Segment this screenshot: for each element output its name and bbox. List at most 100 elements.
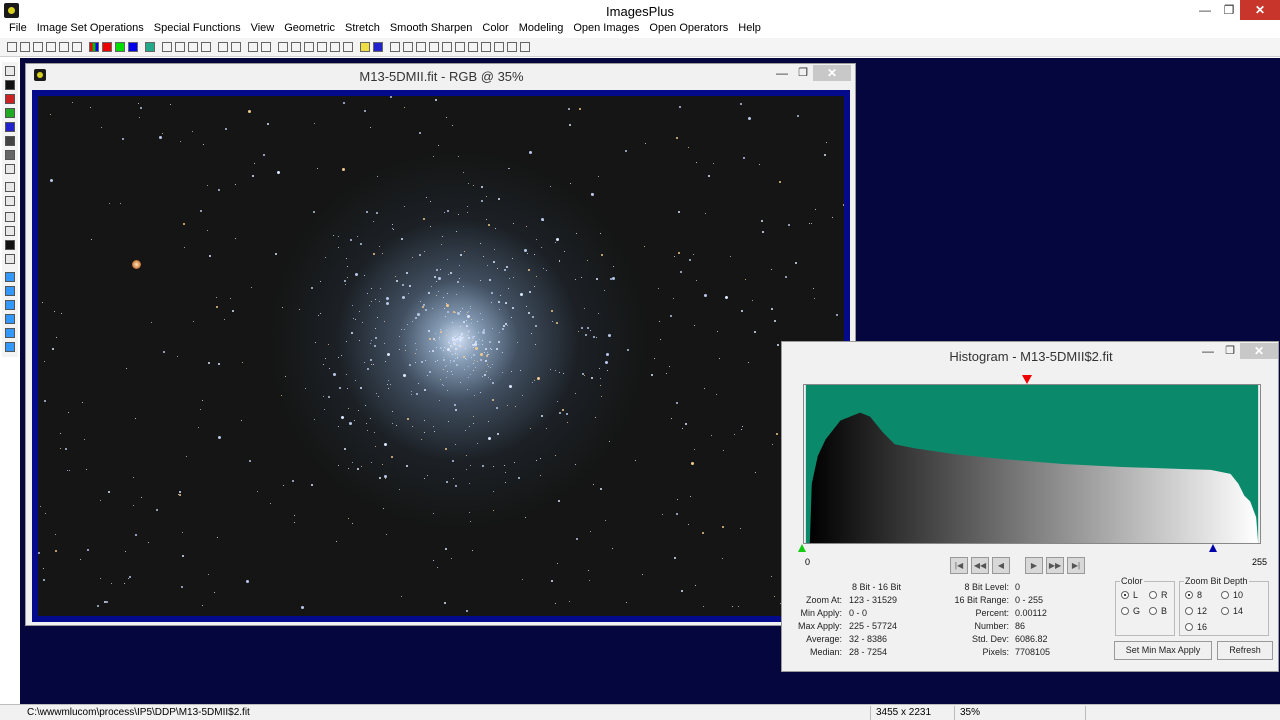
menu-image-set-operations[interactable]: Image Set Operations: [32, 21, 149, 37]
levels-icon[interactable]: [260, 42, 271, 52]
dots-icon[interactable]: [247, 42, 258, 52]
rotate-right-icon[interactable]: [5, 328, 15, 338]
zoom-12-radio[interactable]: 12: [1185, 606, 1207, 616]
frame-4-icon[interactable]: [506, 42, 517, 52]
pencil-icon[interactable]: [359, 42, 370, 52]
menu-open-operators[interactable]: Open Operators: [644, 21, 733, 37]
histogram-close-button[interactable]: ✕: [1240, 343, 1278, 359]
close-all-icon[interactable]: [58, 42, 69, 52]
red-channel-icon[interactable]: [101, 42, 112, 52]
frame-3-icon[interactable]: [493, 42, 504, 52]
menu-view[interactable]: View: [246, 21, 280, 37]
close-image-icon[interactable]: [45, 42, 56, 52]
image-window-minimize-button[interactable]: —: [771, 66, 793, 84]
menu-file[interactable]: File: [4, 21, 32, 37]
image-window-close-button[interactable]: ✕: [813, 65, 851, 81]
save-icon[interactable]: [32, 42, 43, 52]
zoom-minus-icon[interactable]: [454, 42, 465, 52]
histogram-maximize-button[interactable]: ❐: [1220, 344, 1240, 360]
undo-icon[interactable]: [161, 42, 172, 52]
minimize-button[interactable]: —: [1192, 0, 1218, 20]
frame-2-icon[interactable]: [480, 42, 491, 52]
tool-5-icon[interactable]: [5, 122, 15, 132]
color-l-radio[interactable]: L: [1121, 590, 1138, 600]
tool-12-icon[interactable]: [5, 226, 15, 236]
set-min-max-apply-button[interactable]: Set Min Max Apply: [1114, 641, 1212, 660]
zoom-actual-icon[interactable]: [428, 42, 439, 52]
zoom-marker-icon[interactable]: [1022, 375, 1032, 384]
zoom-fit-icon[interactable]: [415, 42, 426, 52]
color-b-radio[interactable]: B: [1149, 606, 1167, 616]
tool-14-icon[interactable]: [5, 254, 15, 264]
refresh-button[interactable]: Refresh: [1217, 641, 1273, 660]
layers-icon[interactable]: [329, 42, 340, 52]
histogram-icon[interactable]: [290, 42, 301, 52]
first-icon[interactable]: |◀: [950, 557, 968, 574]
maximize-button[interactable]: ❐: [1216, 0, 1242, 20]
redo-icon[interactable]: [174, 42, 185, 52]
new-icon[interactable]: [6, 42, 17, 52]
menu-stretch[interactable]: Stretch: [340, 21, 385, 37]
green-channel-icon[interactable]: [114, 42, 125, 52]
last-icon[interactable]: ▶|: [1067, 557, 1085, 574]
histogram-minimize-button[interactable]: —: [1198, 344, 1218, 360]
split-icon[interactable]: [342, 42, 353, 52]
zoom-14-radio[interactable]: 14: [1221, 606, 1243, 616]
tool-4-icon[interactable]: [5, 108, 15, 118]
tool-8-icon[interactable]: [5, 164, 15, 174]
frame-5-icon[interactable]: [519, 42, 530, 52]
arrow-up-icon[interactable]: [5, 286, 15, 296]
rgb-channel-icon[interactable]: [88, 42, 99, 52]
fast-forward-icon[interactable]: ▶▶: [1046, 557, 1064, 574]
tool-2-icon[interactable]: [5, 80, 15, 90]
plus-icon[interactable]: [303, 42, 314, 52]
tool-10-icon[interactable]: [5, 196, 15, 206]
star-cluster-image[interactable]: [38, 96, 844, 616]
menu-special-functions[interactable]: Special Functions: [149, 21, 246, 37]
image-window-maximize-button[interactable]: ❐: [792, 66, 814, 84]
color-g-radio[interactable]: G: [1121, 606, 1140, 616]
menu-modeling[interactable]: Modeling: [514, 21, 569, 37]
menu-geometric[interactable]: Geometric: [279, 21, 340, 37]
flip-icon[interactable]: [5, 342, 15, 352]
menu-open-images[interactable]: Open Images: [568, 21, 644, 37]
crosshair-icon[interactable]: [316, 42, 327, 52]
window-icon[interactable]: [372, 42, 383, 52]
zoom-8-radio[interactable]: 8: [1185, 590, 1202, 600]
blue-channel-icon[interactable]: [127, 42, 138, 52]
undo-all-icon[interactable]: [187, 42, 198, 52]
zoom-10-radio[interactable]: 10: [1221, 590, 1243, 600]
tool-1-icon[interactable]: [5, 66, 15, 76]
tool-11-icon[interactable]: [5, 212, 15, 222]
zoom-16-radio[interactable]: 16: [1185, 622, 1207, 632]
zoom-in-icon[interactable]: [389, 42, 400, 52]
rotate-left-icon[interactable]: [5, 314, 15, 324]
fast-back-icon[interactable]: ◀◀: [971, 557, 989, 574]
print-icon[interactable]: [71, 42, 82, 52]
forward-icon[interactable]: ▶: [1025, 557, 1043, 574]
image-window[interactable]: M13-5DMII.fit - RGB @ 35% — ❐ ✕: [25, 63, 856, 626]
zoom-plus-icon[interactable]: [441, 42, 452, 52]
tool-13-icon[interactable]: [5, 240, 15, 250]
star-icon[interactable]: [217, 42, 228, 52]
move-icon[interactable]: [5, 272, 15, 282]
zoom-out-icon[interactable]: [402, 42, 413, 52]
grid-icon[interactable]: [144, 42, 155, 52]
menu-smooth-sharpen[interactable]: Smooth Sharpen: [385, 21, 478, 37]
histogram-plot[interactable]: [803, 384, 1261, 544]
frame-icon[interactable]: [467, 42, 478, 52]
min-marker-icon[interactable]: [798, 544, 806, 552]
menu-color[interactable]: Color: [477, 21, 513, 37]
tool-3-icon[interactable]: [5, 94, 15, 104]
tool-6-icon[interactable]: [5, 136, 15, 146]
curve-icon[interactable]: [277, 42, 288, 52]
close-button[interactable]: ✕: [1240, 0, 1280, 20]
tool-7-icon[interactable]: [5, 150, 15, 160]
redo-all-icon[interactable]: [200, 42, 211, 52]
histogram-window[interactable]: Histogram - M13-5DMII$2.fit — ❐ ✕ 0 255 …: [781, 341, 1279, 672]
max-marker-icon[interactable]: [1209, 544, 1217, 552]
tool-9-icon[interactable]: [5, 182, 15, 192]
color-r-radio[interactable]: R: [1149, 590, 1168, 600]
marker-icon[interactable]: [230, 42, 241, 52]
menu-help[interactable]: Help: [733, 21, 766, 37]
